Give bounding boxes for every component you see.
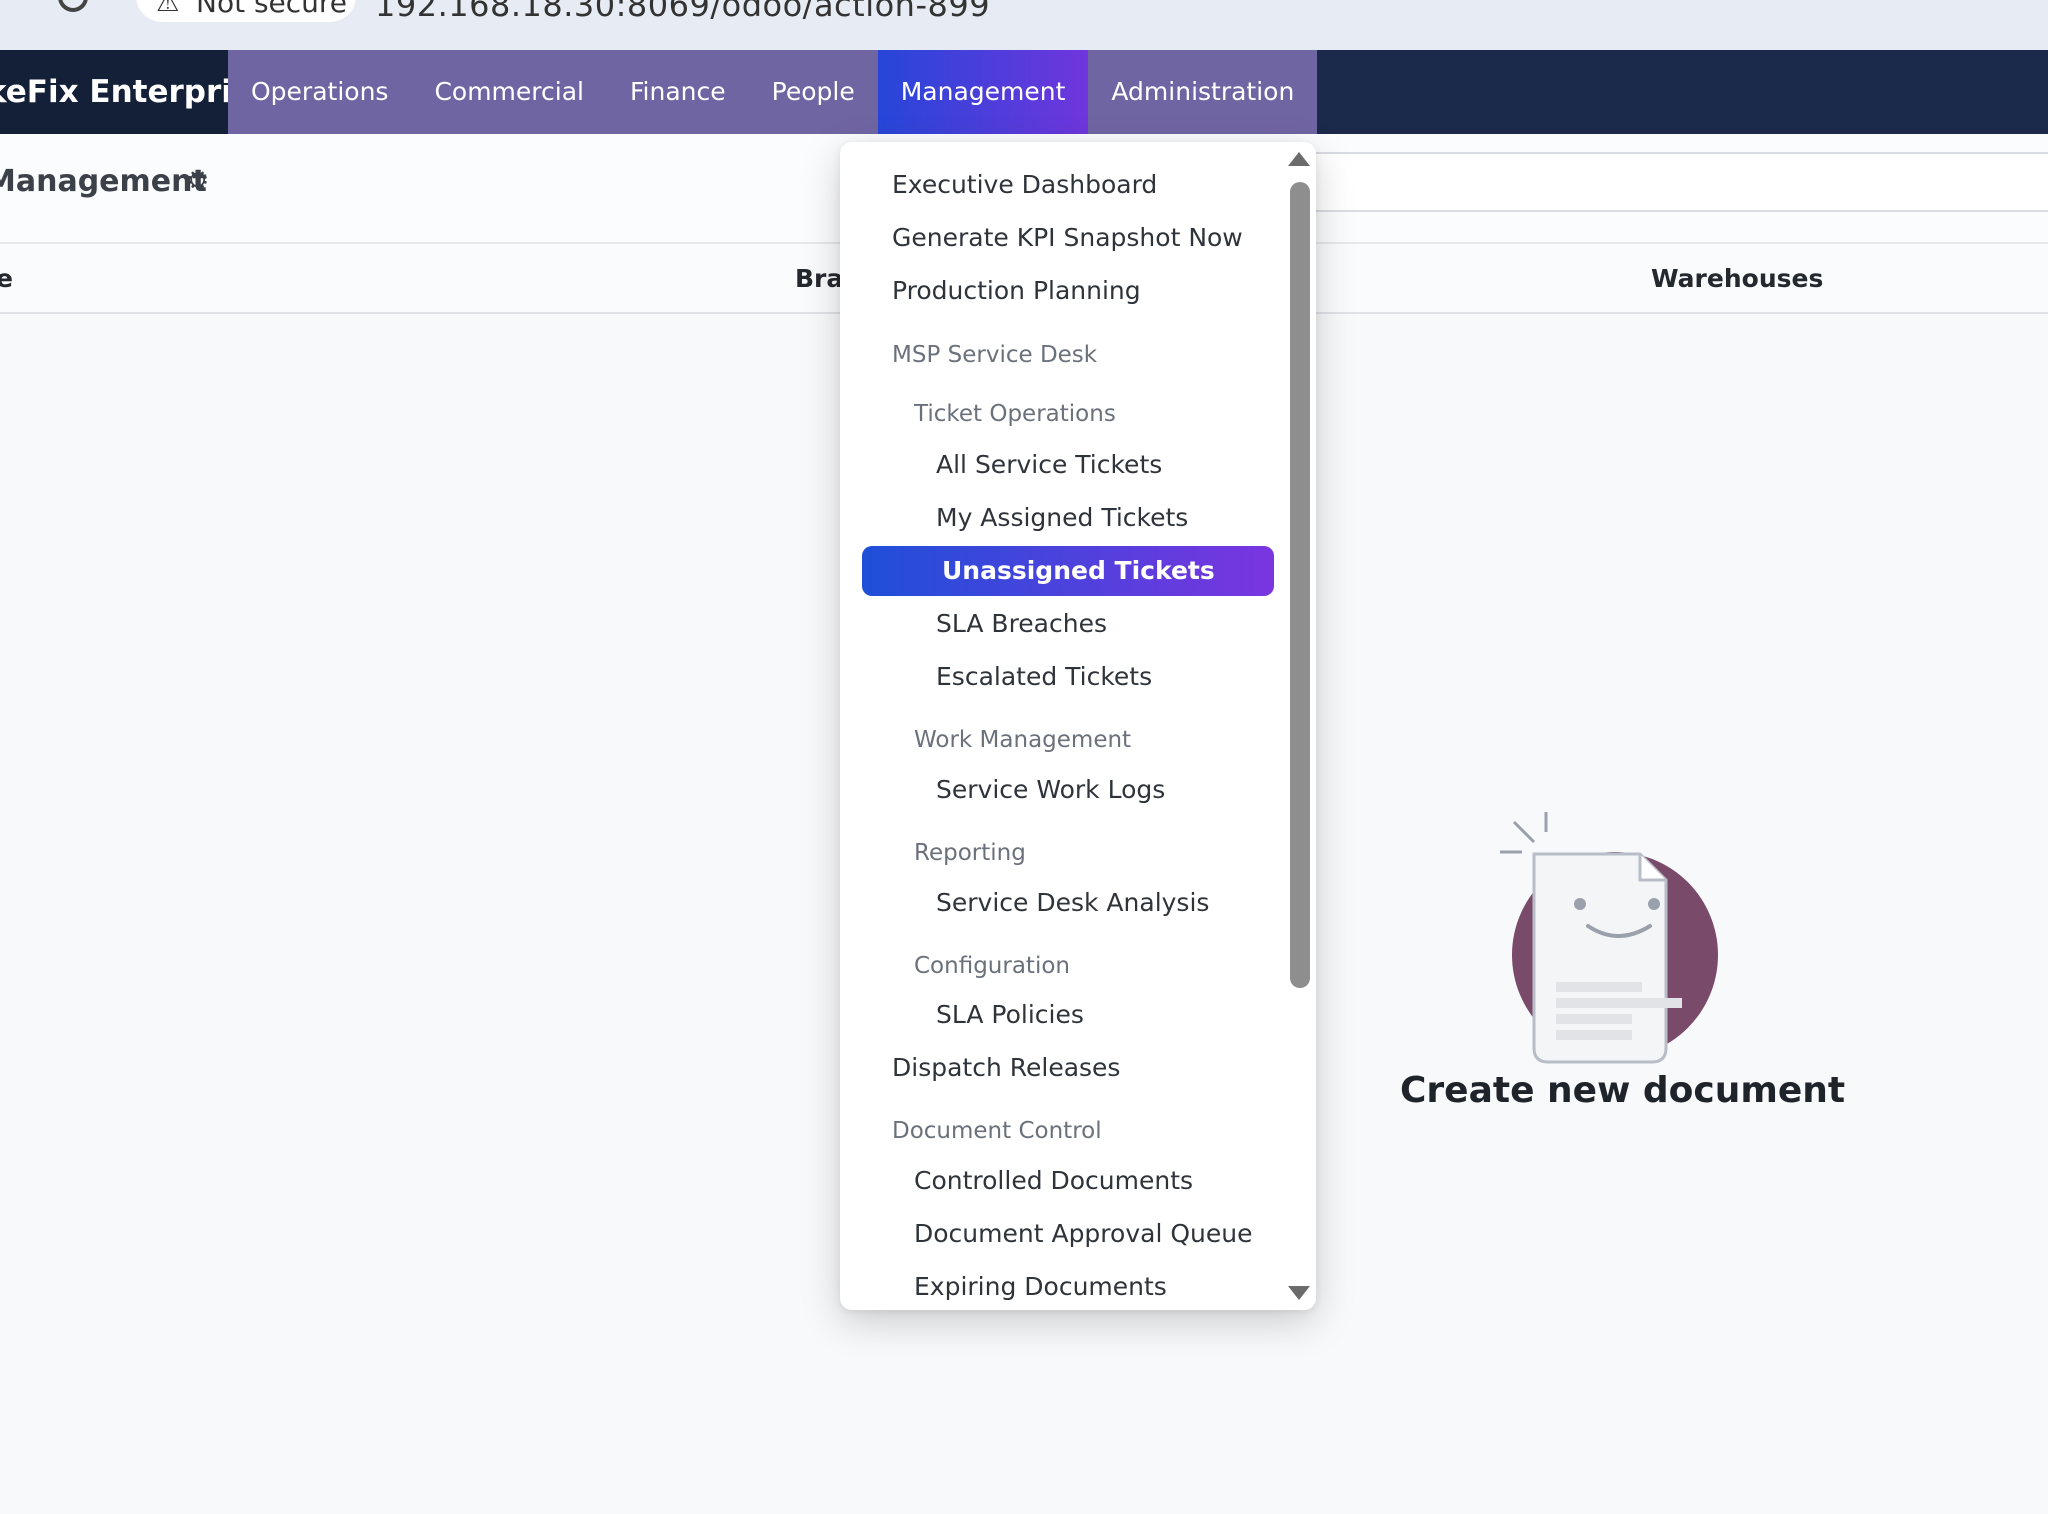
site-info-button[interactable]: ⚠ Not secure <box>136 0 356 22</box>
scroll-down-arrow-icon[interactable] <box>1288 1286 1310 1300</box>
menu-management[interactable]: Management <box>877 50 1089 134</box>
top-menu: Operations Commercial Finance People Man… <box>228 50 1318 134</box>
menu-item-executive-dashboard[interactable]: Executive Dashboard <box>892 170 1157 199</box>
empty-state-title: Create new document <box>1400 1070 1846 1111</box>
management-dropdown: Executive Dashboard Generate KPI Snapsho… <box>840 142 1316 1310</box>
section-msp-service-desk: MSP Service Desk <box>892 342 1098 368</box>
scrollbar-thumb[interactable] <box>1290 182 1310 988</box>
menu-item-generate-kpi[interactable]: Generate KPI Snapshot Now <box>892 223 1243 252</box>
menu-item-sla-policies[interactable]: SLA Policies <box>936 1000 1084 1029</box>
section-configuration: Configuration <box>914 953 1070 979</box>
menu-item-controlled-documents[interactable]: Controlled Documents <box>914 1166 1193 1195</box>
empty-document-illustration <box>1500 812 1718 1064</box>
menu-administration[interactable]: Administration <box>1088 50 1317 134</box>
menu-item-document-approval-queue[interactable]: Document Approval Queue <box>914 1219 1252 1248</box>
address-bar[interactable]: 192.168.18.30:8069/odoo/action-899 <box>375 0 990 24</box>
menu-item-all-service-tickets[interactable]: All Service Tickets <box>936 450 1162 479</box>
security-label: Not secure <box>196 0 348 19</box>
reload-icon[interactable] <box>58 0 88 12</box>
menu-finance[interactable]: Finance <box>607 50 749 134</box>
menu-commercial[interactable]: Commercial <box>411 50 607 134</box>
section-ticket-operations: Ticket Operations <box>914 401 1116 427</box>
menu-item-sla-breaches[interactable]: SLA Breaches <box>936 609 1107 638</box>
menu-people[interactable]: People <box>749 50 878 134</box>
app-brand[interactable]: keFix Enterprise <box>0 50 228 134</box>
column-warehouses[interactable]: Warehouses <box>1651 264 1823 293</box>
browser-toolbar: ⚠ Not secure 192.168.18.30:8069/odoo/act… <box>0 0 2048 50</box>
main-navbar: keFix Enterprise Operations Commercial F… <box>0 50 2048 134</box>
scroll-up-arrow-icon[interactable] <box>1288 152 1310 166</box>
page-title[interactable]: Management <box>0 164 207 199</box>
warning-icon: ⚠ <box>156 0 180 18</box>
menu-operations[interactable]: Operations <box>228 50 411 134</box>
menu-item-production-planning[interactable]: Production Planning <box>892 276 1141 305</box>
menu-item-my-assigned-tickets[interactable]: My Assigned Tickets <box>936 503 1188 532</box>
section-document-control: Document Control <box>892 1118 1102 1144</box>
column-name[interactable]: e <box>0 264 13 293</box>
menu-item-unassigned-tickets[interactable]: Unassigned Tickets <box>862 546 1274 596</box>
menu-item-dispatch-releases[interactable]: Dispatch Releases <box>892 1053 1120 1082</box>
menu-item-service-work-logs[interactable]: Service Work Logs <box>936 775 1165 804</box>
search-input[interactable] <box>1312 152 2048 212</box>
section-reporting: Reporting <box>914 840 1026 866</box>
menu-item-expiring-documents[interactable]: Expiring Documents <box>914 1272 1167 1301</box>
section-work-management: Work Management <box>914 727 1132 753</box>
menu-item-escalated-tickets[interactable]: Escalated Tickets <box>936 662 1152 691</box>
menu-item-service-desk-analysis[interactable]: Service Desk Analysis <box>936 888 1209 917</box>
menu-item-label: Unassigned Tickets <box>942 556 1215 585</box>
gear-icon[interactable]: ⚙ <box>186 166 209 196</box>
